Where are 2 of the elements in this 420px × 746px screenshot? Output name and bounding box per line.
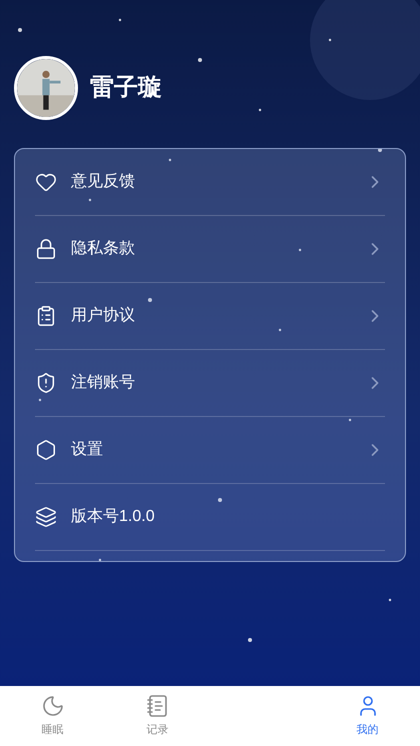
tab[interactable]: 我的 [315,686,420,746]
tab[interactable]: 睡眠 [0,686,105,746]
